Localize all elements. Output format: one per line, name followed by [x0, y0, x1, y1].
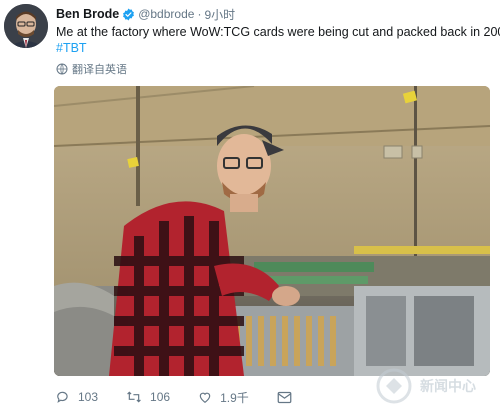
- globe-icon: [56, 63, 68, 75]
- tweet-text: Me at the factory where WoW:TCG cards we…: [56, 25, 500, 39]
- mail-icon: [277, 391, 292, 403]
- tweet-card: Ben Brode @bdbrode · 9小时 Me at the facto…: [0, 0, 500, 410]
- author-handle[interactable]: @bdbrode: [138, 7, 194, 21]
- translate-tweet-link[interactable]: 翻译自英语: [56, 62, 127, 76]
- retweet-button[interactable]: 106: [126, 390, 170, 404]
- author-name[interactable]: Ben Brode: [56, 7, 119, 21]
- tweet-header: Ben Brode @bdbrode · 9小时: [56, 6, 235, 22]
- watermark-text: 新闻中心: [420, 378, 476, 394]
- translate-label: 翻译自英语: [72, 64, 127, 76]
- verified-badge-icon: [122, 8, 135, 21]
- direct-message-button[interactable]: [277, 391, 300, 404]
- watermark-logo-icon: [376, 368, 412, 404]
- tweet-photo[interactable]: [54, 86, 490, 376]
- retweet-count: 106: [150, 390, 171, 404]
- reply-icon: [57, 391, 68, 403]
- tweet-timestamp[interactable]: 9小时: [204, 6, 235, 23]
- reply-button[interactable]: 103: [56, 390, 98, 404]
- header-separator: ·: [197, 7, 202, 21]
- like-button[interactable]: 1.9千: [198, 389, 249, 406]
- like-icon: [199, 392, 211, 403]
- hashtag-link[interactable]: #TBT: [56, 41, 87, 55]
- site-watermark: 新闻中心: [374, 366, 492, 406]
- retweet-icon: [127, 391, 141, 403]
- like-count: 1.9千: [220, 390, 249, 405]
- avatar[interactable]: [4, 4, 48, 48]
- reply-count: 103: [78, 390, 99, 404]
- tweet-actions: 103 106 1.9千: [56, 388, 328, 406]
